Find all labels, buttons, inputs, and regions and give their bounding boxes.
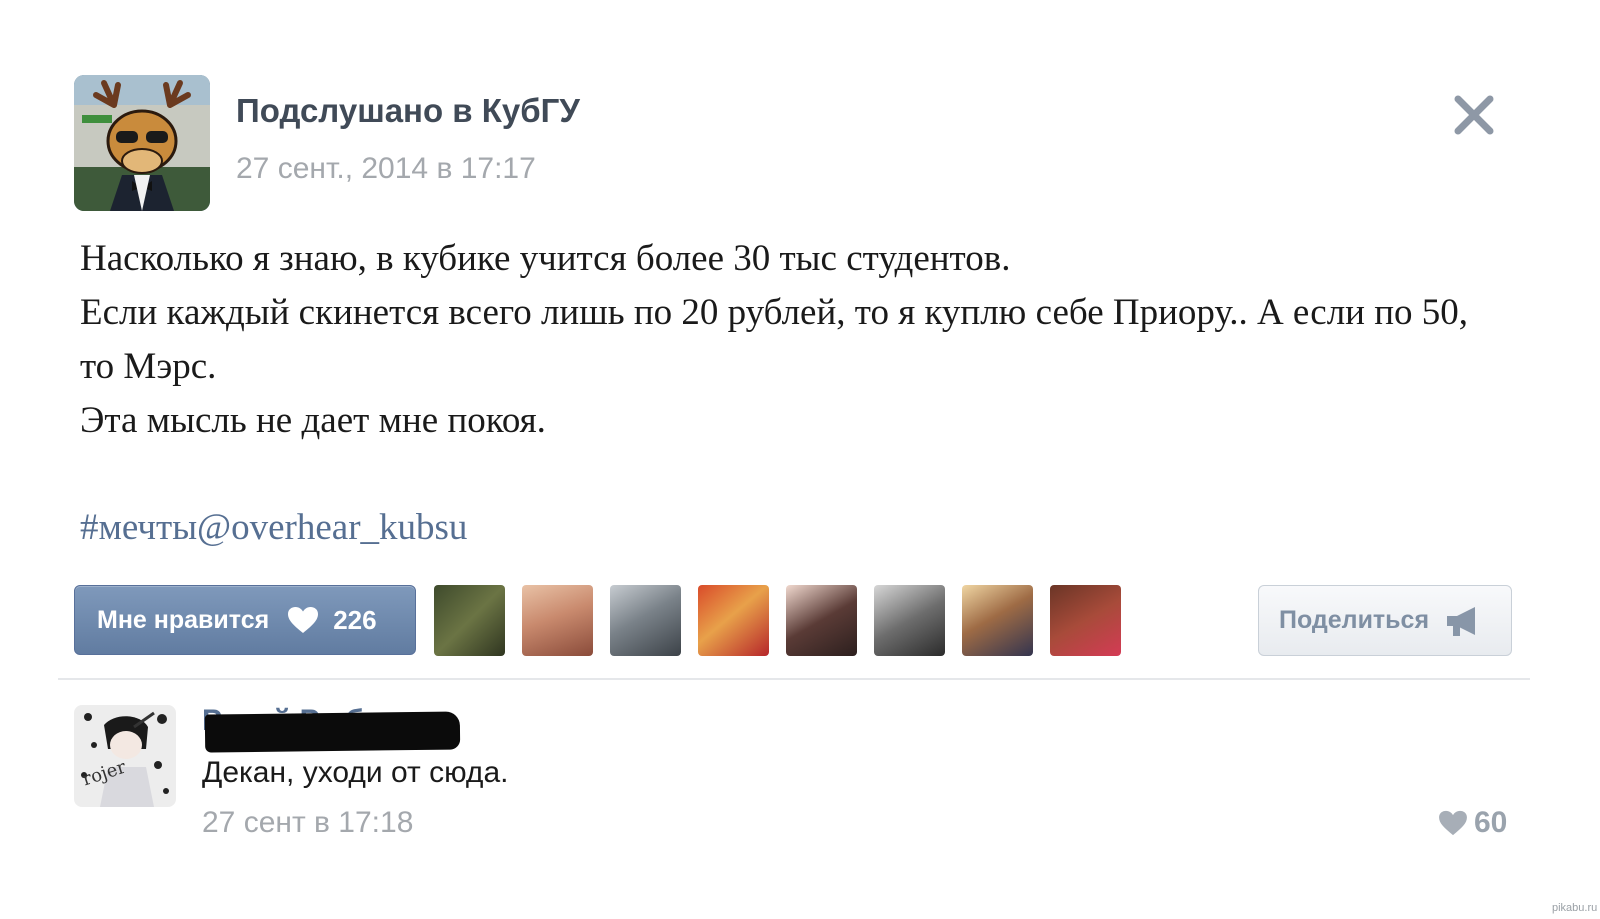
post-text-line: Эта мысль не дает мне покоя.: [80, 400, 546, 441]
moose-avatar-icon: [74, 75, 210, 211]
liker-avatar[interactable]: [522, 585, 593, 656]
post-text: Насколько я знаю, в кубике учится более …: [80, 232, 1500, 448]
liker-avatar[interactable]: [610, 585, 681, 656]
liker-avatar[interactable]: [434, 585, 505, 656]
redaction-mark: [204, 711, 461, 753]
liker-avatar[interactable]: [874, 585, 945, 656]
close-button[interactable]: [1452, 93, 1496, 137]
comment-date[interactable]: 27 сент в 17:18: [202, 806, 413, 840]
watermark: pikabu.ru: [1552, 902, 1598, 914]
commenter-avatar-image: [74, 705, 176, 807]
liker-avatar[interactable]: [698, 585, 769, 656]
commenter-avatar[interactable]: rojer: [74, 705, 176, 807]
comment-like-button[interactable]: 60: [1438, 806, 1507, 840]
megaphone-icon: [1445, 605, 1481, 637]
heart-icon: [287, 606, 319, 634]
post-text-line: Насколько я знаю, в кубике учится более …: [80, 238, 1011, 279]
comment-like-count: 60: [1474, 806, 1508, 839]
liker-avatar[interactable]: [1050, 585, 1121, 656]
divider: [58, 678, 1530, 680]
hashtag-link[interactable]: #мечты@overhear_kubsu: [80, 506, 467, 549]
liker-avatar[interactable]: [786, 585, 857, 656]
post-text-line: Если каждый скинется всего лишь по 20 ру…: [80, 292, 1469, 387]
comment-text: Декан, уходи от сюда.: [202, 756, 509, 789]
group-name[interactable]: Подслушано в КубГУ: [236, 92, 580, 130]
close-icon: [1454, 95, 1494, 135]
like-count: 226: [333, 604, 377, 635]
like-button[interactable]: Мне нравится 226: [74, 585, 416, 655]
post-date[interactable]: 27 сент., 2014 в 17:17: [236, 152, 536, 186]
group-avatar[interactable]: [74, 75, 210, 211]
heart-icon: [1439, 810, 1467, 836]
liker-avatar[interactable]: [962, 585, 1033, 656]
like-label: Мне нравится: [97, 605, 270, 634]
share-button[interactable]: Поделиться: [1258, 585, 1512, 656]
share-label: Поделиться: [1279, 606, 1430, 634]
